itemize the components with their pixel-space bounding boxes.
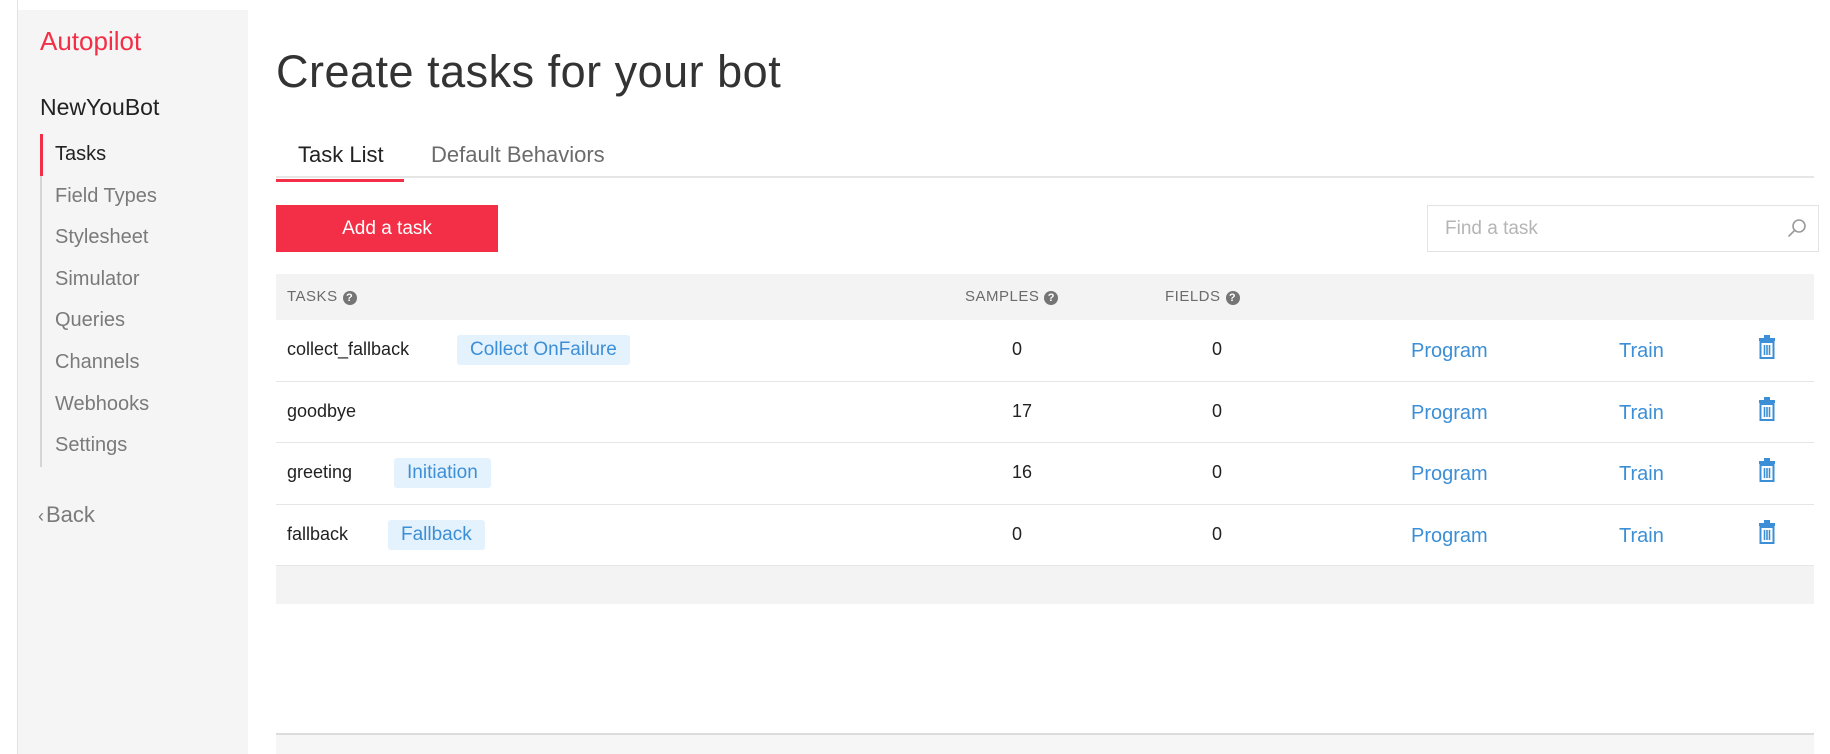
program-link[interactable]: Program <box>1411 463 1488 486</box>
fields-count: 0 <box>1212 339 1223 359</box>
search-box <box>1427 205 1819 252</box>
samples-count: 16 <box>1012 462 1033 482</box>
sidebar-item-settings[interactable]: Settings <box>42 425 240 467</box>
tab-bar: Task List Default Behaviors <box>276 138 1814 182</box>
help-icon[interactable]: ? <box>342 291 357 305</box>
sidebar-item-webhooks[interactable]: Webhooks <box>42 384 240 426</box>
program-link[interactable]: Program <box>1411 340 1488 363</box>
help-icon[interactable]: ? <box>1044 291 1059 305</box>
task-table: TASKS? SAMPLES? FIELDS? collect_fallback… <box>276 274 1814 604</box>
table-row: collect_fallback Collect OnFailure 0 0 P… <box>276 320 1814 382</box>
task-name[interactable]: goodbye <box>287 401 356 422</box>
back-link[interactable]: ‹Back <box>38 502 95 528</box>
train-link[interactable]: Train <box>1619 340 1664 363</box>
task-type-badge: Initiation <box>394 458 491 488</box>
trash-icon[interactable] <box>1757 396 1777 422</box>
column-header-samples: SAMPLES? <box>965 288 1059 305</box>
samples-count: 0 <box>1012 339 1023 359</box>
column-header-fields: FIELDS? <box>1165 288 1240 305</box>
train-link[interactable]: Train <box>1619 402 1664 425</box>
brand-name[interactable]: Autopilot <box>40 26 141 57</box>
main-content: Create tasks for your bot Task List Defa… <box>276 0 1830 754</box>
fields-count: 0 <box>1212 462 1223 482</box>
search-icon[interactable] <box>1784 216 1810 242</box>
sidebar-item-stylesheet[interactable]: Stylesheet <box>42 217 240 259</box>
sidebar-item-channels[interactable]: Channels <box>42 342 240 384</box>
table-row: greeting Initiation 16 0 Program Train <box>276 443 1814 505</box>
column-header-tasks: TASKS? <box>287 288 357 305</box>
table-header: TASKS? SAMPLES? FIELDS? <box>276 274 1814 320</box>
task-type-badge: Fallback <box>388 519 485 550</box>
fields-count: 0 <box>1212 523 1223 544</box>
trash-icon[interactable] <box>1757 457 1777 483</box>
task-name[interactable]: fallback <box>287 524 348 545</box>
samples-count: 17 <box>1012 400 1033 421</box>
trash-icon[interactable] <box>1757 334 1777 360</box>
add-task-button[interactable]: Add a task <box>276 205 498 252</box>
column-header-samples-label: SAMPLES <box>965 288 1040 305</box>
tab-default-behaviors[interactable]: Default Behaviors <box>431 142 605 178</box>
column-header-tasks-label: TASKS <box>287 288 338 305</box>
sidebar-item-simulator[interactable]: Simulator <box>42 259 240 301</box>
train-link[interactable]: Train <box>1619 525 1664 548</box>
back-label: Back <box>46 502 95 527</box>
table-row: goodbye 17 0 Program Train <box>276 382 1814 443</box>
bottom-panel-edge <box>276 733 1814 754</box>
task-name[interactable]: collect_fallback <box>287 339 409 360</box>
search-input[interactable] <box>1428 206 1768 251</box>
sidebar-item-field-types[interactable]: Field Types <box>42 176 240 218</box>
table-footer <box>276 566 1814 604</box>
fields-count: 0 <box>1212 400 1223 421</box>
chevron-left-icon: ‹ <box>38 506 44 526</box>
train-link[interactable]: Train <box>1619 463 1664 486</box>
task-name[interactable]: greeting <box>287 462 352 483</box>
sidebar-nav: Tasks Field Types Stylesheet Simulator Q… <box>40 134 240 467</box>
program-link[interactable]: Program <box>1411 525 1488 548</box>
samples-count: 0 <box>1012 523 1023 544</box>
table-row: fallback Fallback 0 0 Program Train <box>276 505 1814 566</box>
left-edge <box>0 0 18 754</box>
sidebar: Autopilot NewYouBot Tasks Field Types St… <box>18 10 248 754</box>
sidebar-item-tasks[interactable]: Tasks <box>40 134 240 176</box>
help-icon[interactable]: ? <box>1225 291 1240 305</box>
trash-icon[interactable] <box>1757 519 1777 545</box>
sidebar-item-queries[interactable]: Queries <box>42 300 240 342</box>
task-type-badge: Collect OnFailure <box>457 335 630 365</box>
bot-name: NewYouBot <box>40 94 160 120</box>
program-link[interactable]: Program <box>1411 402 1488 425</box>
tab-task-list[interactable]: Task List <box>276 142 404 182</box>
column-header-fields-label: FIELDS <box>1165 288 1221 305</box>
page-title: Create tasks for your bot <box>276 46 782 97</box>
